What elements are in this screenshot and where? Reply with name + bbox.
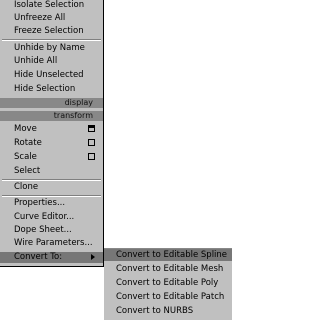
- menu-item-wire-parameters[interactable]: Wire Parameters...: [0, 238, 103, 249]
- quad-menu: Isolate Selection Unfreeze All Freeze Se…: [0, 0, 104, 267]
- submenu-item-convert-to-editable-patch[interactable]: Convert to Editable Patch: [104, 291, 232, 303]
- option-box-icon[interactable]: [88, 153, 95, 160]
- submenu-arrow-icon: [91, 254, 95, 260]
- menu-item-move[interactable]: Move: [0, 124, 103, 135]
- submenu-item-convert-to-nurbs[interactable]: Convert to NURBS: [104, 305, 232, 317]
- menu-item-properties[interactable]: Properties...: [0, 198, 103, 209]
- section-header-display: display: [0, 98, 103, 108]
- menu-item-freeze-selection[interactable]: Freeze Selection: [0, 26, 103, 37]
- section-header-transform: transform: [0, 111, 103, 121]
- submenu-item-convert-to-editable-mesh[interactable]: Convert to Editable Mesh: [104, 263, 232, 275]
- divider: [2, 179, 101, 181]
- menu-item-hide-selection[interactable]: Hide Selection: [0, 84, 103, 95]
- convert-to-submenu: Convert to Editable Spline Convert to Ed…: [104, 248, 232, 320]
- submenu-item-convert-to-editable-spline[interactable]: Convert to Editable Spline: [104, 249, 232, 261]
- menu-item-select[interactable]: Select: [0, 166, 103, 177]
- menu-item-rotate[interactable]: Rotate: [0, 138, 103, 149]
- menu-item-unhide-by-name[interactable]: Unhide by Name: [0, 43, 103, 54]
- menu-item-hide-unselected[interactable]: Hide Unselected: [0, 70, 103, 81]
- menu-item-isolate-selection[interactable]: Isolate Selection: [0, 0, 103, 11]
- menu-item-unhide-all[interactable]: Unhide All: [0, 56, 103, 67]
- menu-item-dope-sheet[interactable]: Dope Sheet...: [0, 225, 103, 236]
- divider: [2, 39, 101, 41]
- menu-item-scale[interactable]: Scale: [0, 152, 103, 163]
- menu-item-clone[interactable]: Clone: [0, 182, 103, 193]
- option-box-icon[interactable]: [88, 125, 95, 132]
- menu-item-convert-to[interactable]: Convert To:: [0, 252, 103, 263]
- menu-item-curve-editor[interactable]: Curve Editor...: [0, 212, 103, 223]
- option-box-icon[interactable]: [88, 139, 95, 146]
- divider: [2, 195, 101, 197]
- submenu-item-convert-to-editable-poly[interactable]: Convert to Editable Poly: [104, 277, 232, 289]
- menu-item-unfreeze-all[interactable]: Unfreeze All: [0, 13, 103, 24]
